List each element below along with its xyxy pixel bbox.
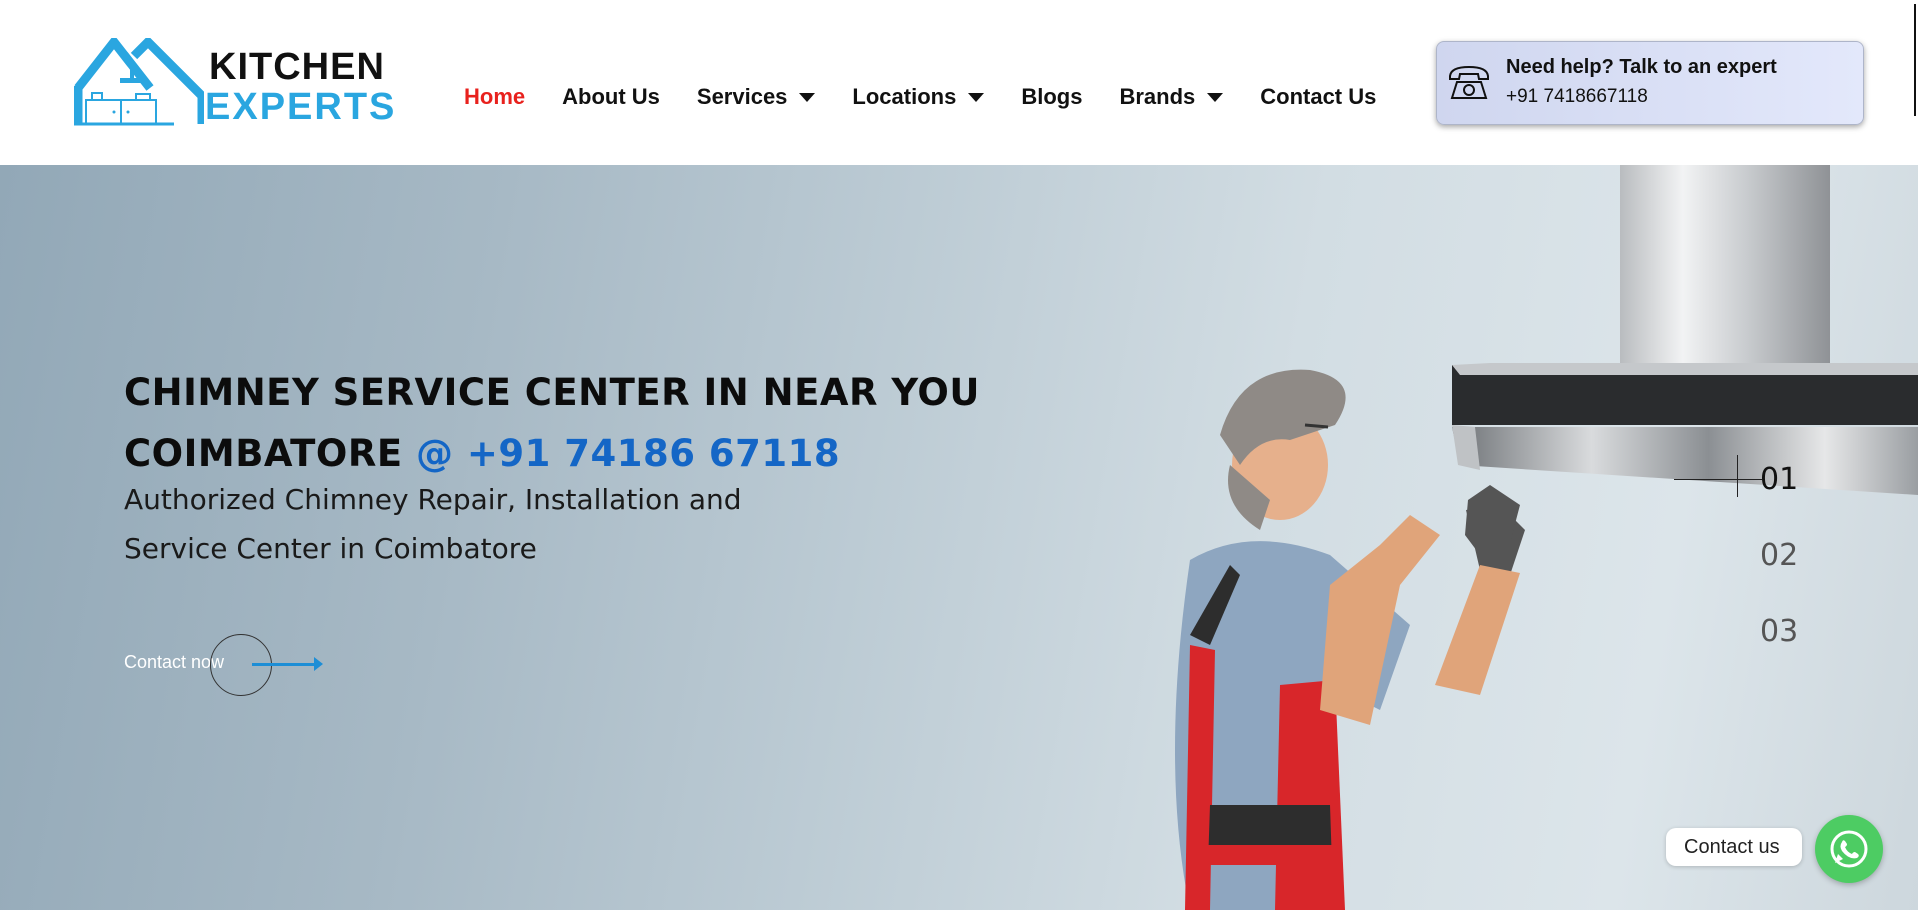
whatsapp-button[interactable] (1815, 815, 1883, 883)
logo-text-kitchen: KITCHEN (209, 46, 385, 88)
caret-down-icon (1207, 92, 1224, 102)
nav-blogs[interactable]: Blogs (1021, 84, 1082, 110)
caret-down-icon (968, 92, 985, 102)
main-nav: Home About Us Services Locations Blogs B… (464, 84, 1413, 110)
nav-locations-label: Locations (852, 84, 957, 109)
arrow-right-icon[interactable] (252, 663, 316, 666)
nav-brands-label: Brands (1119, 84, 1196, 109)
caret-down-icon (799, 92, 816, 102)
scrollbar[interactable] (1914, 4, 1916, 116)
nav-locations[interactable]: Locations (852, 84, 985, 110)
nav-about-us[interactable]: About Us (562, 84, 660, 110)
whatsapp-contact-bubble[interactable]: Contact us (1666, 828, 1802, 866)
hero-subtitle: Authorized Chimney Repair, Installation … (124, 483, 742, 565)
nav-about-us-label: About Us (562, 84, 660, 109)
nav-contact-us-label: Contact Us (1260, 84, 1377, 109)
nav-home[interactable]: Home (464, 84, 525, 110)
help-title: Need help? Talk to an expert (1506, 56, 1777, 78)
slide-number-03[interactable]: 03 (1760, 614, 1798, 649)
hero-title-line1: CHIMNEY SERVICE CENTER IN NEAR YOU (124, 371, 980, 414)
slide-number-01[interactable]: 01 (1760, 462, 1798, 497)
whatsapp-icon (1830, 830, 1868, 868)
hero-slider: CHIMNEY SERVICE CENTER IN NEAR YOU COIMB… (0, 165, 1918, 910)
site-logo[interactable]: KITCHEN EXPERTS (73, 34, 394, 128)
site-header: KITCHEN EXPERTS Home About Us Services L… (0, 0, 1918, 165)
telephone-icon (1449, 65, 1489, 99)
hero-title-city: COIMBATORE (124, 432, 416, 475)
nav-home-label: Home (464, 84, 526, 109)
whatsapp-contact-label: Contact us (1684, 836, 1780, 858)
nav-services[interactable]: Services (697, 84, 816, 110)
slide-number-02[interactable]: 02 (1760, 538, 1798, 573)
hero-phone-link[interactable]: @ +91 74186 67118 (416, 432, 840, 475)
slide-indicator-line (1674, 479, 1762, 480)
help-call-box[interactable]: Need help? Talk to an expert +91 7418667… (1436, 41, 1864, 125)
nav-blogs-label: Blogs (1021, 84, 1083, 109)
logo-text-experts: EXPERTS (205, 86, 397, 128)
help-phone[interactable]: +91 7418667118 (1506, 86, 1648, 108)
nav-brands[interactable]: Brands (1119, 84, 1224, 110)
nav-contact-us[interactable]: Contact Us (1260, 84, 1376, 110)
slide-indicator-tick (1737, 455, 1738, 497)
hero-title: CHIMNEY SERVICE CENTER IN NEAR YOU COIMB… (124, 362, 1024, 484)
house-logo-icon (73, 34, 207, 126)
nav-services-label: Services (696, 84, 788, 109)
arrow-head-icon (314, 657, 323, 671)
